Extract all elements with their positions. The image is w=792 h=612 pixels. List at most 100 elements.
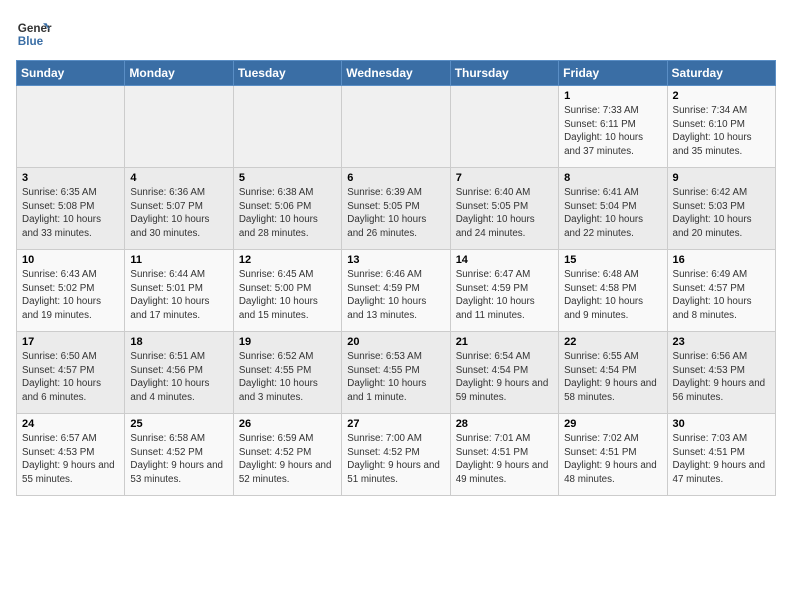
weekday-header: Monday (125, 61, 233, 86)
calendar-cell: 21 Sunrise: 6:54 AM Sunset: 4:54 PM Dayli… (450, 332, 558, 414)
calendar-cell: 6 Sunrise: 6:39 AM Sunset: 5:05 PM Daylig… (342, 168, 450, 250)
calendar-cell (342, 86, 450, 168)
calendar-cell (450, 86, 558, 168)
day-info: Sunrise: 6:49 AM Sunset: 4:57 PM Dayligh… (673, 268, 770, 323)
day-number: 25 (130, 418, 227, 430)
calendar-cell (125, 86, 233, 168)
day-info: Sunrise: 6:54 AM Sunset: 4:54 PM Dayligh… (456, 350, 553, 405)
day-info: Sunrise: 6:59 AM Sunset: 4:52 PM Dayligh… (239, 432, 336, 487)
day-number: 6 (347, 172, 444, 184)
day-number: 18 (130, 336, 227, 348)
calendar-cell: 11 Sunrise: 6:44 AM Sunset: 5:01 PM Dayli… (125, 250, 233, 332)
calendar-cell: 2 Sunrise: 7:34 AM Sunset: 6:10 PM Daylig… (667, 86, 775, 168)
day-number: 3 (22, 172, 119, 184)
calendar-cell: 20 Sunrise: 6:53 AM Sunset: 4:55 PM Dayli… (342, 332, 450, 414)
weekday-header-row: SundayMondayTuesdayWednesdayThursdayFrid… (17, 61, 776, 86)
day-number: 15 (564, 254, 661, 266)
day-info: Sunrise: 7:33 AM Sunset: 6:11 PM Dayligh… (564, 104, 661, 159)
weekday-header: Thursday (450, 61, 558, 86)
day-number: 1 (564, 90, 661, 102)
day-info: Sunrise: 6:56 AM Sunset: 4:53 PM Dayligh… (673, 350, 770, 405)
day-number: 20 (347, 336, 444, 348)
day-info: Sunrise: 7:34 AM Sunset: 6:10 PM Dayligh… (673, 104, 770, 159)
day-number: 13 (347, 254, 444, 266)
day-number: 22 (564, 336, 661, 348)
day-info: Sunrise: 6:44 AM Sunset: 5:01 PM Dayligh… (130, 268, 227, 323)
calendar-week-row: 24 Sunrise: 6:57 AM Sunset: 4:53 PM Dayli… (17, 414, 776, 496)
day-info: Sunrise: 7:00 AM Sunset: 4:52 PM Dayligh… (347, 432, 444, 487)
day-info: Sunrise: 6:42 AM Sunset: 5:03 PM Dayligh… (673, 186, 770, 241)
day-info: Sunrise: 6:55 AM Sunset: 4:54 PM Dayligh… (564, 350, 661, 405)
day-number: 11 (130, 254, 227, 266)
calendar-cell (233, 86, 341, 168)
day-info: Sunrise: 6:47 AM Sunset: 4:59 PM Dayligh… (456, 268, 553, 323)
calendar-cell: 7Sunrise: 6:40 AM Sunset: 5:05 PM Daylig… (450, 168, 558, 250)
weekday-header: Sunday (17, 61, 125, 86)
day-number: 27 (347, 418, 444, 430)
day-info: Sunrise: 7:03 AM Sunset: 4:51 PM Dayligh… (673, 432, 770, 487)
calendar-week-row: 3 Sunrise: 6:35 AM Sunset: 5:08 PM Daylig… (17, 168, 776, 250)
calendar-cell: 24 Sunrise: 6:57 AM Sunset: 4:53 PM Dayli… (17, 414, 125, 496)
calendar-week-row: 17Sunrise: 6:50 AM Sunset: 4:57 PM Dayli… (17, 332, 776, 414)
calendar-cell (17, 86, 125, 168)
day-info: Sunrise: 6:45 AM Sunset: 5:00 PM Dayligh… (239, 268, 336, 323)
calendar-cell: 25 Sunrise: 6:58 AM Sunset: 4:52 PM Dayli… (125, 414, 233, 496)
day-number: 23 (673, 336, 770, 348)
day-number: 9 (673, 172, 770, 184)
calendar-cell: 29 Sunrise: 7:02 AM Sunset: 4:51 PM Dayli… (559, 414, 667, 496)
day-info: Sunrise: 6:57 AM Sunset: 4:53 PM Dayligh… (22, 432, 119, 487)
day-number: 10 (22, 254, 119, 266)
day-info: Sunrise: 6:36 AM Sunset: 5:07 PM Dayligh… (130, 186, 227, 241)
day-number: 17 (22, 336, 119, 348)
header: General Blue (16, 16, 776, 52)
calendar-cell: 3 Sunrise: 6:35 AM Sunset: 5:08 PM Daylig… (17, 168, 125, 250)
logo-icon: General Blue (16, 16, 52, 52)
day-number: 2 (673, 90, 770, 102)
weekday-header: Wednesday (342, 61, 450, 86)
day-number: 29 (564, 418, 661, 430)
calendar-cell: 1 Sunrise: 7:33 AM Sunset: 6:11 PM Daylig… (559, 86, 667, 168)
calendar-cell: 13 Sunrise: 6:46 AM Sunset: 4:59 PM Dayli… (342, 250, 450, 332)
calendar-cell: 19 Sunrise: 6:52 AM Sunset: 4:55 PM Dayli… (233, 332, 341, 414)
day-number: 19 (239, 336, 336, 348)
weekday-header: Tuesday (233, 61, 341, 86)
day-number: 21 (456, 336, 553, 348)
calendar-cell: 10 Sunrise: 6:43 AM Sunset: 5:02 PM Dayli… (17, 250, 125, 332)
day-info: Sunrise: 6:46 AM Sunset: 4:59 PM Dayligh… (347, 268, 444, 323)
calendar-cell: 26 Sunrise: 6:59 AM Sunset: 4:52 PM Dayli… (233, 414, 341, 496)
day-info: Sunrise: 6:43 AM Sunset: 5:02 PM Dayligh… (22, 268, 119, 323)
day-number: 24 (22, 418, 119, 430)
day-number: 14 (456, 254, 553, 266)
day-number: 8 (564, 172, 661, 184)
calendar-cell: 14 Sunrise: 6:47 AM Sunset: 4:59 PM Dayli… (450, 250, 558, 332)
calendar-cell: 17Sunrise: 6:50 AM Sunset: 4:57 PM Dayli… (17, 332, 125, 414)
calendar-cell: 22 Sunrise: 6:55 AM Sunset: 4:54 PM Dayli… (559, 332, 667, 414)
calendar-cell: 12 Sunrise: 6:45 AM Sunset: 5:00 PM Dayli… (233, 250, 341, 332)
calendar-cell: 4Sunrise: 6:36 AM Sunset: 5:07 PM Daylig… (125, 168, 233, 250)
weekday-header: Saturday (667, 61, 775, 86)
day-number: 12 (239, 254, 336, 266)
day-info: Sunrise: 7:02 AM Sunset: 4:51 PM Dayligh… (564, 432, 661, 487)
day-info: Sunrise: 6:53 AM Sunset: 4:55 PM Dayligh… (347, 350, 444, 405)
calendar-week-row: 10 Sunrise: 6:43 AM Sunset: 5:02 PM Dayli… (17, 250, 776, 332)
calendar-cell: 18 Sunrise: 6:51 AM Sunset: 4:56 PM Dayli… (125, 332, 233, 414)
day-number: 26 (239, 418, 336, 430)
day-info: Sunrise: 6:52 AM Sunset: 4:55 PM Dayligh… (239, 350, 336, 405)
calendar-table: SundayMondayTuesdayWednesdayThursdayFrid… (16, 60, 776, 496)
day-number: 5 (239, 172, 336, 184)
day-info: Sunrise: 7:01 AM Sunset: 4:51 PM Dayligh… (456, 432, 553, 487)
day-info: Sunrise: 6:41 AM Sunset: 5:04 PM Dayligh… (564, 186, 661, 241)
svg-text:Blue: Blue (18, 35, 44, 48)
day-info: Sunrise: 6:58 AM Sunset: 4:52 PM Dayligh… (130, 432, 227, 487)
day-number: 28 (456, 418, 553, 430)
calendar-cell: 15Sunrise: 6:48 AM Sunset: 4:58 PM Dayli… (559, 250, 667, 332)
calendar-cell: 16Sunrise: 6:49 AM Sunset: 4:57 PM Dayli… (667, 250, 775, 332)
day-info: Sunrise: 6:39 AM Sunset: 5:05 PM Dayligh… (347, 186, 444, 241)
calendar-cell: 28 Sunrise: 7:01 AM Sunset: 4:51 PM Dayli… (450, 414, 558, 496)
day-info: Sunrise: 6:35 AM Sunset: 5:08 PM Dayligh… (22, 186, 119, 241)
day-info: Sunrise: 6:51 AM Sunset: 4:56 PM Dayligh… (130, 350, 227, 405)
day-number: 7 (456, 172, 553, 184)
weekday-header: Friday (559, 61, 667, 86)
calendar-cell: 5Sunrise: 6:38 AM Sunset: 5:06 PM Daylig… (233, 168, 341, 250)
calendar-cell: 27 Sunrise: 7:00 AM Sunset: 4:52 PM Dayli… (342, 414, 450, 496)
